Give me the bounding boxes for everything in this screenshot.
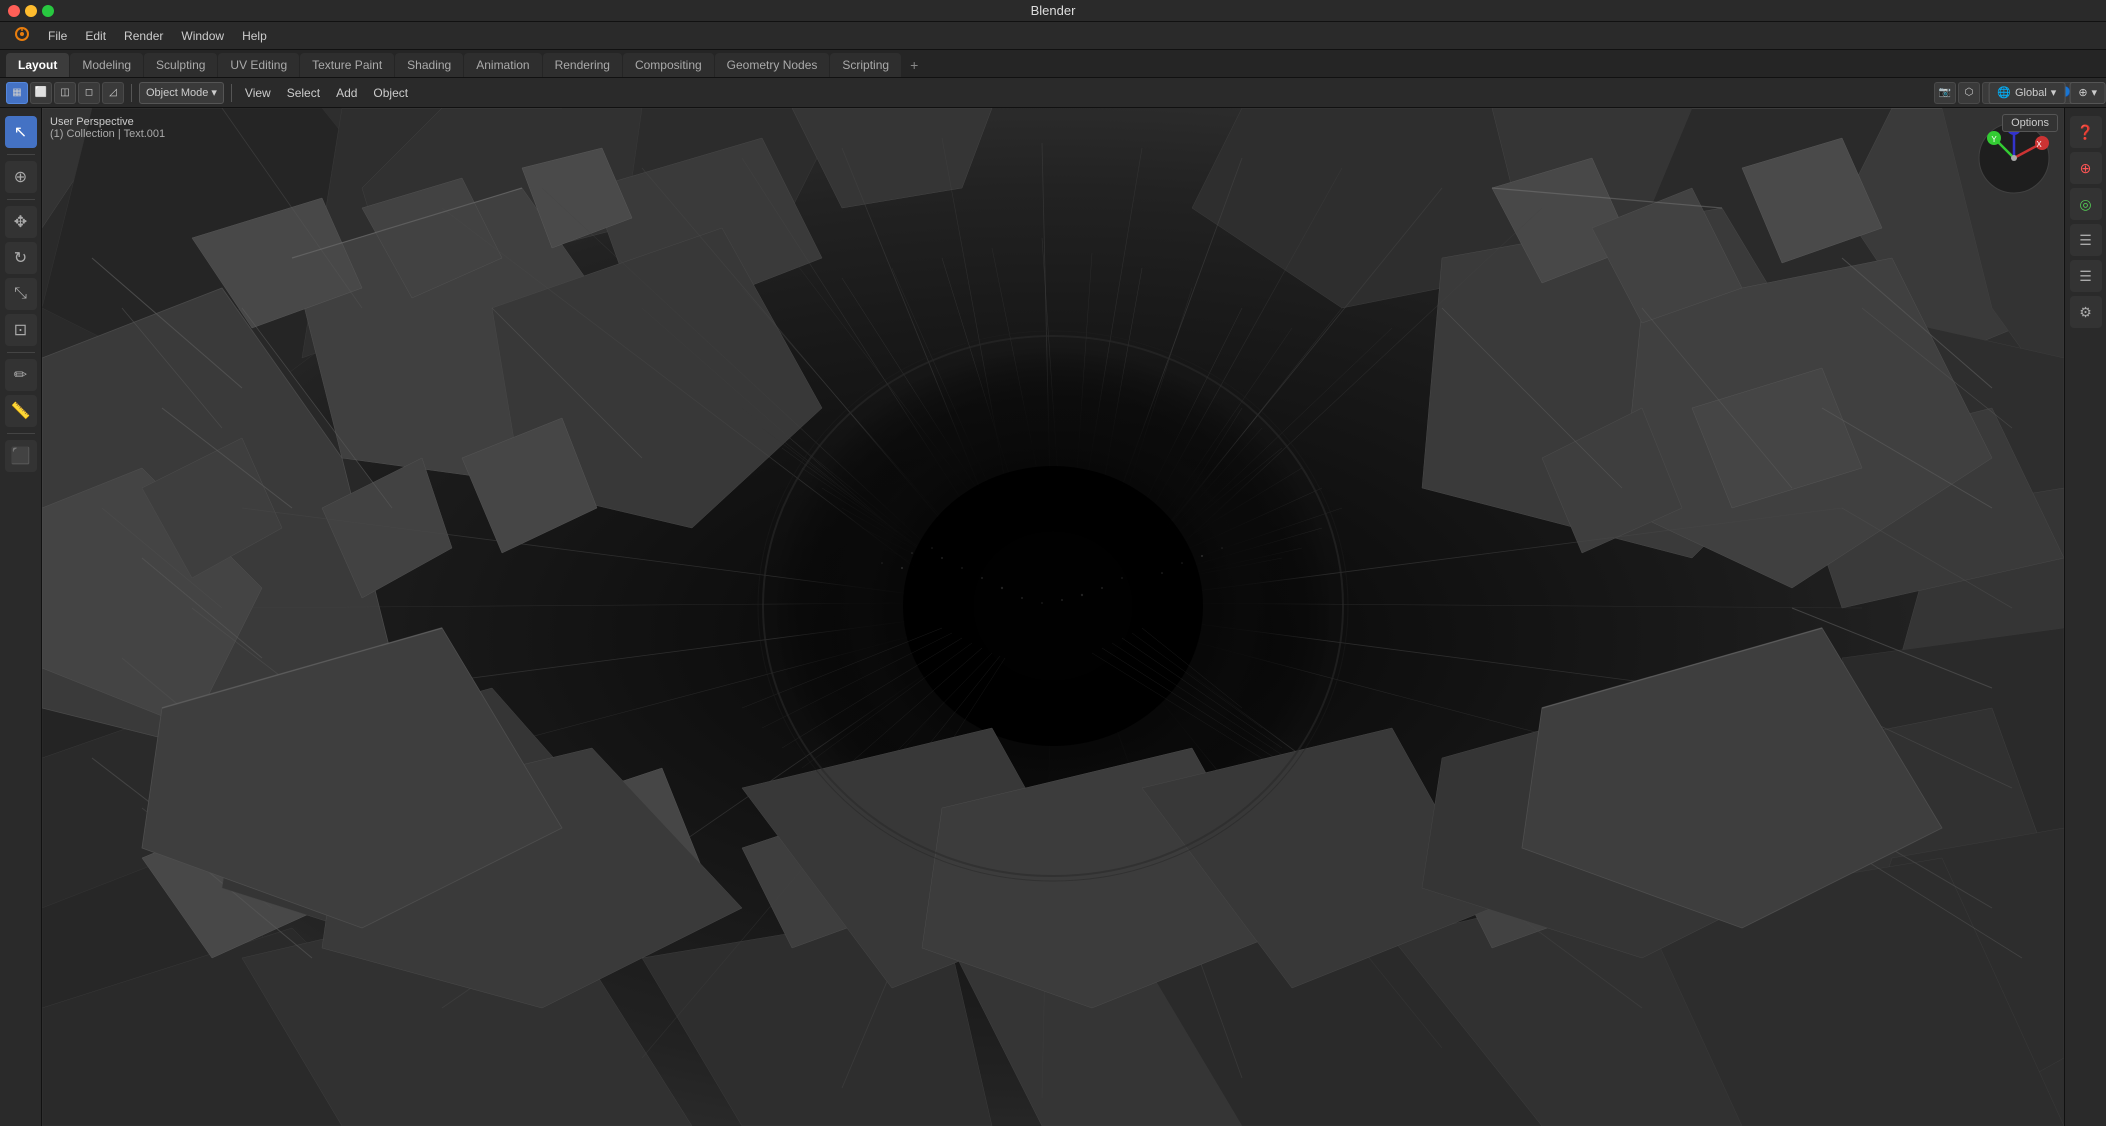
object-mode-label: Object Mode: [146, 87, 208, 99]
left-tool-sep-1: [7, 154, 35, 155]
tab-layout[interactable]: Layout: [6, 53, 69, 77]
window-title: Blender: [1031, 3, 1076, 18]
viewport-shading-btn[interactable]: ⬡: [1958, 82, 1980, 104]
center-toolbar: 🌐 Global ▾ ⊕ ▾ 🔽 ◎ ◻ /: [1988, 78, 2106, 108]
select-tool-btn[interactable]: ↖: [5, 116, 37, 148]
workspace-tabs: Layout Modeling Sculpting UV Editing Tex…: [0, 50, 2106, 78]
object-mode-chevron: ▾: [211, 86, 217, 99]
svg-text:Y: Y: [1991, 135, 1997, 144]
tab-modeling[interactable]: Modeling: [70, 53, 143, 77]
toolbar-sep-1: [131, 84, 132, 102]
measure-tool-btn[interactable]: 📏: [5, 395, 37, 427]
minimize-button[interactable]: [25, 5, 37, 17]
transform-tool-btn[interactable]: ⊡: [5, 314, 37, 346]
annotate-tool-btn[interactable]: ✏: [5, 359, 37, 391]
left-tool-sep-2: [7, 199, 35, 200]
window-controls[interactable]: [8, 5, 54, 17]
global-label: 🌐: [1997, 86, 2011, 99]
render-properties-btn[interactable]: 📷: [1934, 82, 1956, 104]
tab-compositing[interactable]: Compositing: [623, 53, 714, 77]
left-tool-sep-4: [7, 433, 35, 434]
help-menu-item[interactable]: Help: [234, 26, 275, 46]
right-menu-btn[interactable]: ☰: [2070, 224, 2102, 256]
edit-menu-item[interactable]: Edit: [77, 26, 114, 46]
icon-btn-2[interactable]: ⬜: [30, 82, 52, 104]
scale-tool-btn[interactable]: ⤡: [5, 278, 37, 310]
header-toolbar: ▦ ⬜ ◫ ◻ ◿ Object Mode ▾ View Select Add …: [0, 78, 2106, 108]
add-workspace-button[interactable]: +: [902, 53, 926, 77]
scene-canvas: [42, 108, 2064, 1126]
left-tool-sep-3: [7, 352, 35, 353]
file-menu-item[interactable]: File: [40, 26, 75, 46]
add-cube-tool-btn[interactable]: ⬛: [5, 440, 37, 472]
move-tool-btn[interactable]: ✥: [5, 206, 37, 238]
tab-geometry-nodes[interactable]: Geometry Nodes: [715, 53, 830, 77]
viewport[interactable]: User Perspective (1) Collection | Text.0…: [42, 108, 2064, 1126]
orbit-btn[interactable]: ◎: [2070, 188, 2102, 220]
blender-menu-item[interactable]: [6, 23, 38, 48]
cursor-tool-btn[interactable]: ⊕: [5, 161, 37, 193]
tab-animation[interactable]: Animation: [464, 53, 541, 77]
viewport-svg: [42, 108, 2064, 1126]
window-menu-item[interactable]: Window: [173, 26, 232, 46]
info-btn[interactable]: ❓: [2070, 116, 2102, 148]
right-toolbar: ❓ ⊕ ◎ ☰ ☰ ⚙: [2064, 108, 2106, 1126]
svg-text:X: X: [2036, 140, 2042, 149]
global-dropdown[interactable]: 🌐 Global ▾: [1988, 82, 2065, 104]
select-menu[interactable]: Select: [281, 84, 326, 102]
view-menu[interactable]: View: [239, 84, 277, 102]
close-button[interactable]: [8, 5, 20, 17]
pivot-icon: ⊕: [2078, 86, 2087, 99]
tab-uv-editing[interactable]: UV Editing: [218, 53, 299, 77]
mode-icons: ▦ ⬜ ◫ ◻ ◿: [6, 82, 124, 104]
icon-btn-4[interactable]: ◻: [78, 82, 100, 104]
object-menu[interactable]: Object: [367, 84, 414, 102]
title-bar: Blender: [0, 0, 2106, 22]
tab-sculpting[interactable]: Sculpting: [144, 53, 217, 77]
pivot-dropdown[interactable]: ⊕ ▾: [2069, 82, 2106, 104]
tab-rendering[interactable]: Rendering: [543, 53, 622, 77]
render-menu-item[interactable]: Render: [116, 26, 171, 46]
maximize-button[interactable]: [42, 5, 54, 17]
left-toolbar: ↖ ⊕ ✥ ↻ ⤡ ⊡ ✏ 📏 ⬛: [0, 108, 42, 1126]
rotate-tool-btn[interactable]: ↻: [5, 242, 37, 274]
tab-shading[interactable]: Shading: [395, 53, 463, 77]
add-menu[interactable]: Add: [330, 84, 363, 102]
right-settings-btn[interactable]: ⚙: [2070, 296, 2102, 328]
right-tools-btn[interactable]: ☰: [2070, 260, 2102, 292]
menu-bar: File Edit Render Window Help: [0, 22, 2106, 50]
icon-btn-3[interactable]: ◫: [54, 82, 76, 104]
icon-btn-1[interactable]: ▦: [6, 82, 28, 104]
tab-scripting[interactable]: Scripting: [830, 53, 901, 77]
tab-texture-paint[interactable]: Texture Paint: [300, 53, 394, 77]
toolbar-sep-2: [231, 84, 232, 102]
object-mode-dropdown[interactable]: Object Mode ▾: [139, 82, 224, 104]
global-text: Global: [2015, 87, 2047, 99]
options-button[interactable]: Options: [2002, 114, 2058, 132]
blender-logo-icon: [14, 26, 30, 42]
icon-btn-5[interactable]: ◿: [102, 82, 124, 104]
gizmo-rotate-btn[interactable]: ⊕: [2070, 152, 2102, 184]
